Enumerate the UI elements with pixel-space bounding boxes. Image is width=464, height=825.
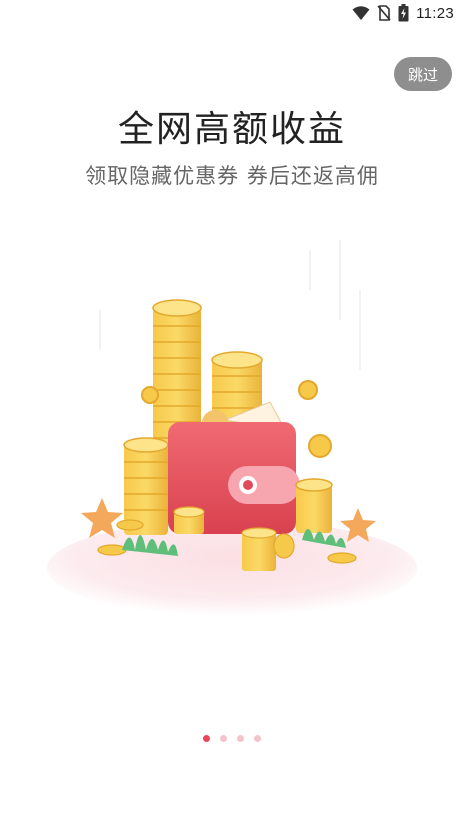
status-bar: 11:23	[0, 0, 464, 26]
status-icons: 11:23	[352, 4, 454, 22]
page-dot[interactable]	[254, 735, 261, 742]
page-dot[interactable]	[220, 735, 227, 742]
wallet-coins-illustration	[47, 240, 417, 616]
page-dot[interactable]	[237, 735, 244, 742]
page-dot-active[interactable]	[203, 735, 210, 742]
onboarding-subtitle: 领取隐藏优惠券 券后还返高佣	[85, 164, 379, 188]
status-time: 11:23	[416, 4, 454, 22]
onboarding-title: 全网高额收益	[117, 109, 346, 150]
coin-stack-icon	[295, 478, 333, 533]
background-lines	[99, 240, 361, 370]
wifi-icon	[352, 5, 370, 20]
skip-button[interactable]: 跳过	[394, 57, 452, 91]
battery-charging-icon	[398, 4, 409, 22]
no-sim-icon	[377, 5, 391, 21]
page-indicator	[0, 735, 464, 742]
